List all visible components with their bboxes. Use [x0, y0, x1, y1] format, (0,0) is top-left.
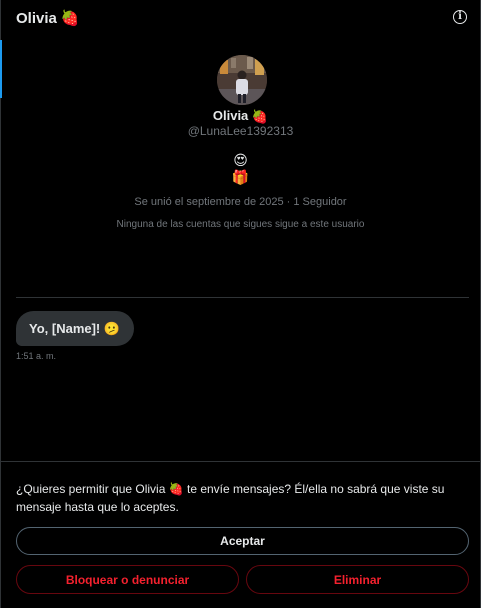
- conversation-header: Olivia 🍓 i: [0, 0, 481, 36]
- message-text: Yo, [Name]! 🫤: [29, 320, 121, 336]
- joined-info: Se unió el septiembre de 2025 · 1 Seguid…: [134, 196, 347, 208]
- info-icon: i: [458, 11, 462, 22]
- followers-you-know-note: Ninguna de las cuentas que sigues sigue …: [116, 219, 365, 230]
- bio-gift-emoji: 🎁: [231, 169, 250, 185]
- profile-name[interactable]: Olivia 🍓: [0, 108, 481, 125]
- bio-heart-eyes-emoji: 😍: [233, 152, 248, 168]
- profile-name-text: Olivia: [212, 108, 249, 123]
- message-request-prompt: ¿Quieres permitir que Olivia 🍓 te envíe …: [16, 482, 445, 514]
- delete-button[interactable]: Eliminar: [246, 565, 469, 594]
- message-timestamp: 1:51 a. m.: [16, 351, 57, 361]
- conversation-title-text: Olivia: [16, 9, 57, 27]
- strawberry-icon: 🍓: [60, 10, 80, 27]
- request-divider: [0, 461, 481, 462]
- block-or-report-button[interactable]: Bloquear o denunciar: [16, 565, 239, 594]
- conversation-info-button[interactable]: i: [453, 10, 467, 24]
- profile-divider: [16, 297, 469, 298]
- profile-handle[interactable]: @LunaLee1392313: [0, 124, 481, 138]
- message-bubble[interactable]: Yo, [Name]! 🫤: [16, 311, 135, 346]
- conversation-title: Olivia 🍓: [16, 9, 80, 28]
- profile-avatar[interactable]: [217, 55, 267, 105]
- scroll-indicator: [0, 40, 2, 98]
- accept-button[interactable]: Aceptar: [16, 527, 469, 555]
- strawberry-icon: 🍓: [251, 108, 269, 124]
- avatar-photo: [217, 55, 267, 105]
